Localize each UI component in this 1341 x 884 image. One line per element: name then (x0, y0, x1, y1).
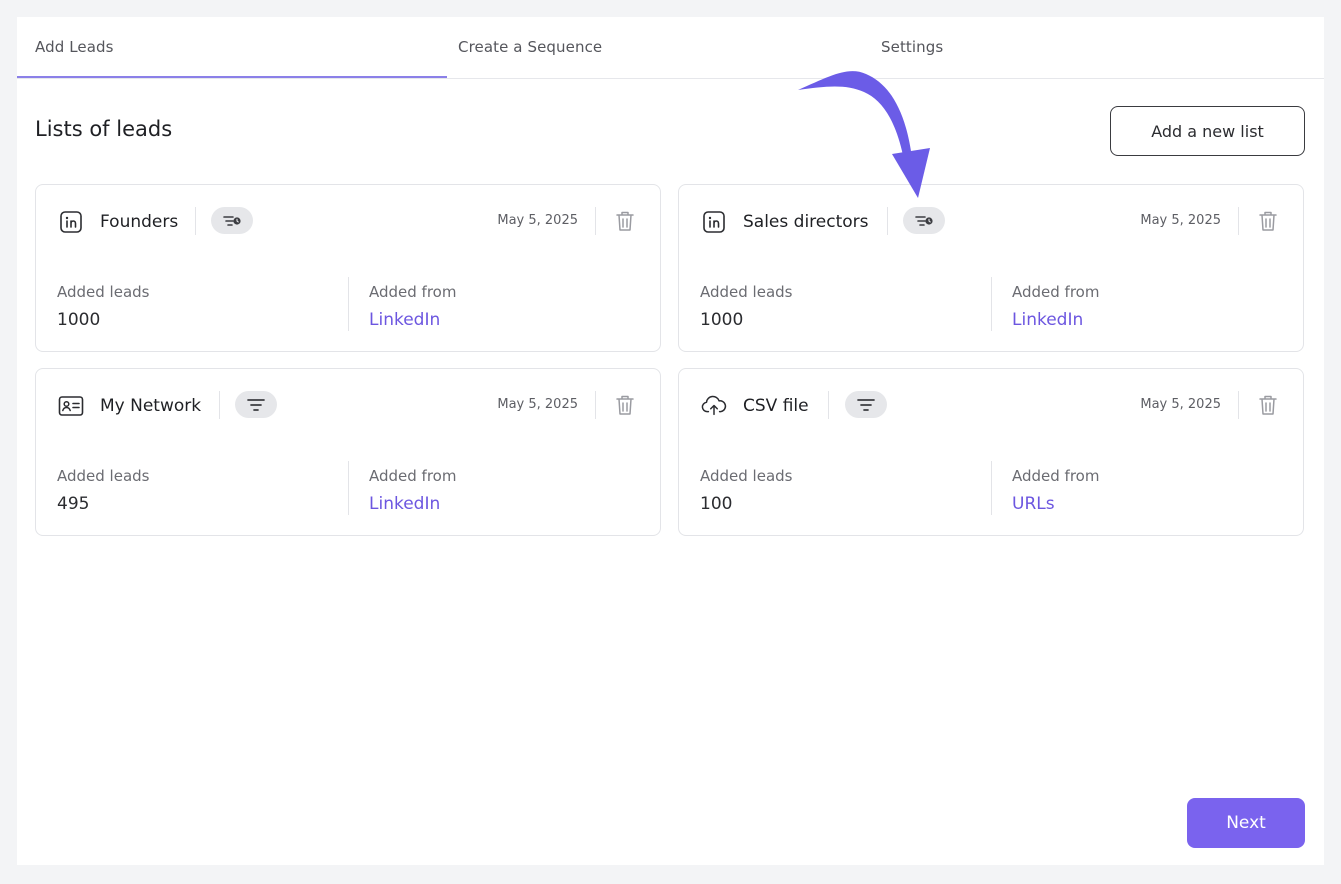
divider (828, 391, 829, 419)
divider (991, 277, 992, 331)
main-panel: Add Leads Create a Sequence Settings Lis… (17, 17, 1324, 865)
lead-list-card[interactable]: Sales directors May 5, 2025 Added leads … (678, 184, 1304, 352)
page-title: Lists of leads (35, 117, 173, 141)
contact-card-icon (58, 393, 84, 419)
added-leads-count: 495 (57, 494, 90, 514)
list-date: May 5, 2025 (497, 397, 578, 412)
list-date: May 5, 2025 (497, 213, 578, 228)
divider (219, 391, 220, 419)
filter-clock-icon[interactable] (903, 207, 945, 234)
list-name: My Network (100, 396, 202, 416)
added-leads-label: Added leads (700, 467, 793, 485)
active-tab-indicator (17, 76, 447, 78)
tab-add-leads[interactable]: Add Leads (35, 38, 114, 56)
added-from-label: Added from (369, 467, 457, 485)
list-name: Sales directors (743, 212, 869, 232)
tab-settings[interactable]: Settings (881, 38, 943, 56)
divider (887, 207, 888, 235)
divider (195, 207, 196, 235)
filter-clock-icon[interactable] (211, 207, 253, 234)
added-leads-count: 1000 (700, 310, 744, 330)
annotation-arrow-icon (798, 71, 930, 198)
divider (1238, 207, 1239, 235)
trash-icon[interactable] (1257, 209, 1279, 233)
added-from-link[interactable]: LinkedIn (1012, 310, 1083, 330)
added-from-label: Added from (1012, 467, 1100, 485)
divider (348, 277, 349, 331)
linkedin-icon (701, 209, 727, 235)
added-from-link[interactable]: LinkedIn (369, 494, 440, 514)
trash-icon[interactable] (614, 209, 636, 233)
filter-icon[interactable] (845, 391, 887, 418)
added-from-label: Added from (1012, 283, 1100, 301)
added-leads-count: 1000 (57, 310, 101, 330)
trash-icon[interactable] (614, 393, 636, 417)
filter-icon[interactable] (235, 391, 277, 418)
list-name: Founders (100, 212, 179, 232)
divider (348, 461, 349, 515)
list-date: May 5, 2025 (1140, 213, 1221, 228)
tab-bar: Add Leads Create a Sequence Settings (17, 17, 1324, 79)
divider (595, 391, 596, 419)
added-leads-label: Added leads (700, 283, 793, 301)
next-button[interactable]: Next (1187, 798, 1305, 848)
added-from-link[interactable]: URLs (1012, 494, 1055, 514)
list-date: May 5, 2025 (1140, 397, 1221, 412)
linkedin-icon (58, 209, 84, 235)
lead-list-card[interactable]: Founders May 5, 2025 Added leads 1000 Ad… (35, 184, 661, 352)
added-from-link[interactable]: LinkedIn (369, 310, 440, 330)
trash-icon[interactable] (1257, 393, 1279, 417)
added-leads-label: Added leads (57, 467, 150, 485)
added-from-label: Added from (369, 283, 457, 301)
list-name: CSV file (743, 396, 809, 416)
added-leads-label: Added leads (57, 283, 150, 301)
divider (595, 207, 596, 235)
add-new-list-button[interactable]: Add a new list (1110, 106, 1305, 156)
divider (991, 461, 992, 515)
added-leads-count: 100 (700, 494, 733, 514)
lead-list-card[interactable]: CSV file May 5, 2025 Added leads 100 Add… (678, 368, 1304, 536)
lead-list-card[interactable]: My Network May 5, 2025 Added leads 495 A… (35, 368, 661, 536)
cloud-upload-icon (701, 393, 727, 419)
tab-create-sequence[interactable]: Create a Sequence (458, 38, 602, 56)
divider (1238, 391, 1239, 419)
